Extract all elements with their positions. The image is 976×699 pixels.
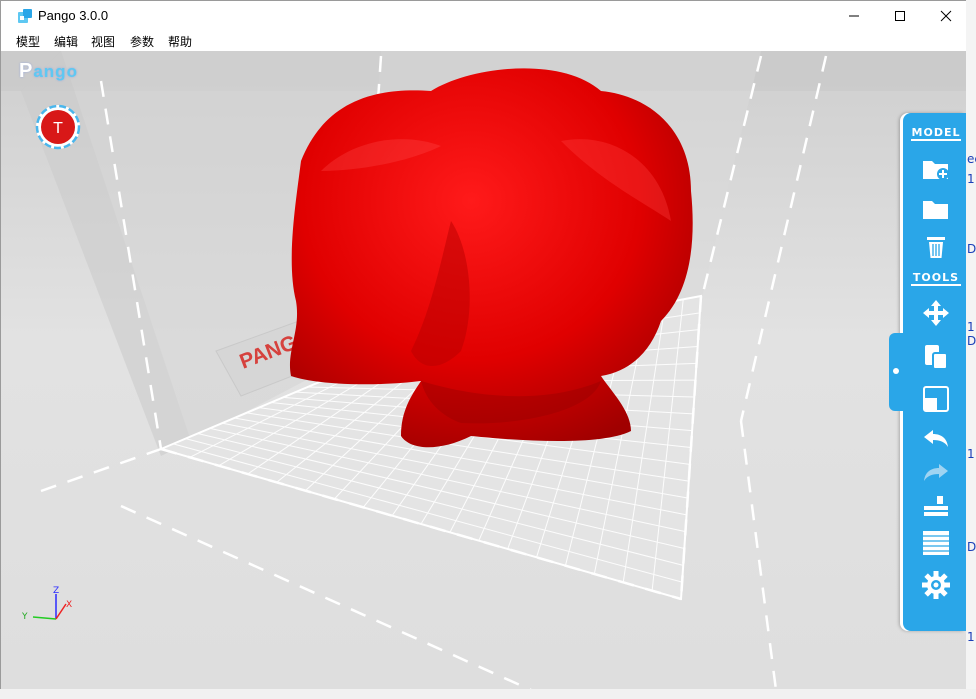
redo-button[interactable] bbox=[917, 457, 955, 489]
maximize-icon bbox=[895, 11, 905, 21]
bg-fragment: 1 bbox=[967, 172, 975, 186]
view-button-label: T bbox=[53, 120, 63, 137]
add-model-button[interactable] bbox=[917, 153, 955, 185]
undo-arrow-icon bbox=[924, 430, 948, 447]
bg-fragment: D bbox=[967, 242, 976, 256]
menu-params[interactable]: 参数 bbox=[130, 33, 154, 50]
background-taskbar-edge bbox=[0, 689, 976, 699]
menu-view[interactable]: 视图 bbox=[91, 33, 115, 50]
settings-button[interactable] bbox=[917, 569, 955, 601]
main-window: Pango 3.0.0 模型 编辑 视图 参数 帮助 PANGO Z Y X P… bbox=[0, 0, 968, 691]
axis-z-label: Z bbox=[53, 586, 59, 596]
print-button[interactable] bbox=[917, 491, 955, 523]
scale-tool-button[interactable] bbox=[917, 383, 955, 415]
model-section-header: MODEL bbox=[907, 126, 965, 141]
redo-arrow-icon bbox=[924, 464, 948, 481]
bg-fragment: ec bbox=[967, 152, 976, 166]
minimize-button[interactable] bbox=[831, 1, 877, 31]
minimize-icon bbox=[849, 15, 859, 17]
scale-icon bbox=[923, 386, 949, 412]
background-window-edge: ec 1 D 1 D 1 D 1 bbox=[966, 0, 976, 699]
menu-edit[interactable]: 编辑 bbox=[54, 33, 78, 50]
axis-y-label: Y bbox=[21, 612, 28, 622]
3d-viewport[interactable]: PANGO Z Y X Pango T MODEL TOOLS bbox=[1, 51, 967, 690]
bg-fragment: 1 bbox=[967, 447, 975, 461]
title-bar[interactable]: Pango 3.0.0 bbox=[1, 1, 967, 31]
bg-fragment: D bbox=[967, 540, 976, 554]
bg-fragment: 1 bbox=[967, 630, 975, 644]
open-model-button[interactable] bbox=[917, 193, 955, 225]
toolbar-collapse-handle[interactable] bbox=[889, 333, 903, 411]
bg-fragment: 1 bbox=[967, 320, 975, 334]
scene-canvas[interactable]: PANGO Z Y X bbox=[1, 51, 967, 690]
axis-x-label: X bbox=[66, 600, 72, 610]
top-view-button[interactable]: T bbox=[34, 103, 82, 151]
folder-plus-icon bbox=[923, 161, 949, 180]
trash-icon bbox=[927, 237, 945, 258]
maximize-button[interactable] bbox=[877, 1, 923, 31]
copy-tool-button[interactable] bbox=[917, 341, 955, 373]
move-tool-button[interactable] bbox=[917, 297, 955, 329]
folder-icon bbox=[923, 201, 948, 219]
menu-help[interactable]: 帮助 bbox=[168, 33, 192, 50]
copy-icon bbox=[925, 345, 948, 370]
window-title: Pango 3.0.0 bbox=[38, 8, 109, 23]
delete-model-button[interactable] bbox=[917, 231, 955, 263]
undo-button[interactable] bbox=[917, 423, 955, 455]
menu-model[interactable]: 模型 bbox=[16, 33, 40, 50]
view-cube-icon: T bbox=[35, 104, 81, 150]
bg-fragment: D bbox=[967, 334, 976, 348]
tools-section-header: TOOLS bbox=[907, 271, 965, 286]
close-icon bbox=[940, 10, 952, 22]
slice-button[interactable] bbox=[917, 527, 955, 559]
move-arrows-icon bbox=[923, 300, 949, 326]
close-button[interactable] bbox=[923, 1, 967, 31]
app-icon bbox=[18, 9, 32, 23]
side-toolbar: MODEL TOOLS bbox=[887, 113, 967, 631]
menu-bar: 模型 编辑 视图 参数 帮助 bbox=[1, 31, 967, 51]
printer-icon bbox=[924, 496, 948, 516]
pango-logo: Pango bbox=[19, 60, 78, 82]
slice-layers-icon bbox=[923, 531, 949, 555]
gear-icon bbox=[922, 571, 950, 599]
